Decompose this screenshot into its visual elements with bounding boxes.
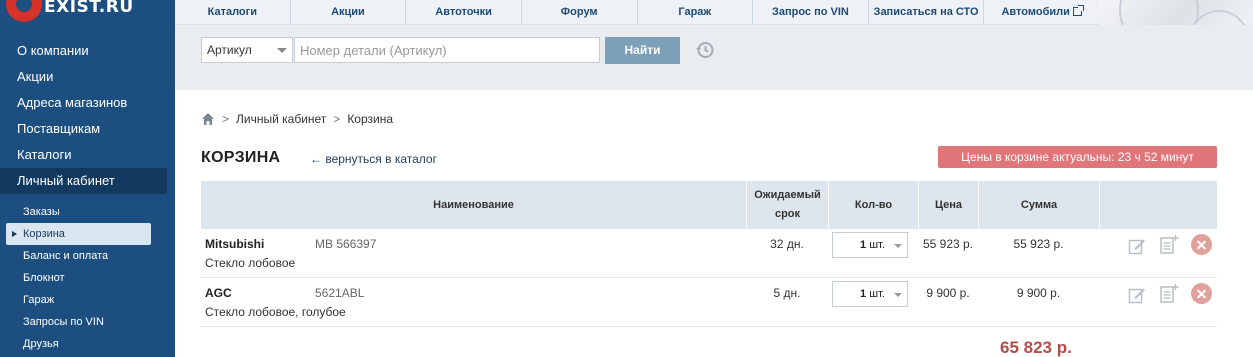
add-note-icon[interactable] bbox=[1159, 234, 1179, 254]
current-marker-icon bbox=[12, 231, 17, 237]
sidebar-subitem-vin-requests[interactable]: Запросы по VIN bbox=[0, 311, 175, 333]
sidebar: EXIST.RU О компании Акции Адреса магазин… bbox=[0, 0, 175, 357]
item-article[interactable]: 5621ABL bbox=[315, 286, 364, 300]
sidebar-main-menu: О компании Акции Адреса магазинов Постав… bbox=[0, 38, 175, 194]
quantity-select[interactable]: 1 шт. bbox=[832, 281, 908, 307]
search-type-select[interactable]: Артикул bbox=[201, 37, 293, 63]
header-qty: Кол-во bbox=[828, 181, 918, 229]
table-row: Mitsubishi MB 566397 Стекло лобовое 32 д… bbox=[201, 229, 1217, 278]
sidebar-subitem-cart-label: Корзина bbox=[23, 228, 65, 240]
external-link-icon bbox=[1072, 5, 1084, 16]
search-button[interactable]: Найти bbox=[605, 37, 680, 64]
nav-cars[interactable]: Автомобили bbox=[983, 0, 1099, 24]
delete-icon[interactable] bbox=[1191, 234, 1212, 255]
sidebar-item-about[interactable]: О компании bbox=[0, 38, 175, 64]
logo-gear-icon bbox=[6, 0, 42, 22]
sidebar-item-suppliers[interactable]: Поставщикам bbox=[0, 116, 175, 142]
header-price: Цена bbox=[918, 181, 978, 229]
quantity-select[interactable]: 1 шт. bbox=[832, 232, 908, 258]
breadcrumb-separator: > bbox=[222, 112, 230, 126]
home-icon[interactable] bbox=[201, 112, 215, 126]
nav-forum[interactable]: Форум bbox=[520, 0, 637, 24]
breadcrumb: > Личный кабинет > Корзина bbox=[201, 110, 393, 128]
add-note-icon[interactable] bbox=[1159, 283, 1179, 303]
header-name: Наименование bbox=[433, 198, 514, 211]
sidebar-subitem-cart[interactable]: Корзина bbox=[6, 223, 151, 245]
sidebar-item-catalogs[interactable]: Каталоги bbox=[0, 142, 175, 168]
chevron-down-icon bbox=[277, 48, 287, 53]
breadcrumb-cart: Корзина bbox=[347, 112, 394, 126]
nav-cars-label: Автомобили bbox=[1001, 6, 1070, 18]
header-term-line2: срок bbox=[774, 208, 801, 220]
logo[interactable]: EXIST.RU bbox=[0, 0, 175, 24]
edit-icon[interactable] bbox=[1128, 286, 1146, 304]
item-sum: 55 923 р. bbox=[1013, 237, 1064, 251]
item-article[interactable]: MB 566397 bbox=[315, 237, 376, 251]
page-root: EXIST.RU О компании Акции Адреса магазин… bbox=[0, 0, 1253, 357]
price-validity-notice: Цены в корзине актуальны: 23 ч 52 минут bbox=[938, 146, 1217, 168]
quantity-value: 1 bbox=[860, 288, 867, 300]
sidebar-subitem-garage[interactable]: Гараж bbox=[0, 289, 175, 311]
table-row: AGC 5621ABL Стекло лобовое, голубое 5 дн… bbox=[201, 278, 1217, 327]
chevron-down-icon bbox=[894, 293, 902, 297]
sidebar-subitem-friends[interactable]: Друзья bbox=[0, 333, 175, 355]
item-price: 55 923 р. bbox=[922, 237, 974, 251]
page-title: КОРЗИНА bbox=[201, 149, 281, 166]
item-term: 32 дн. bbox=[770, 237, 804, 251]
header-sum: Сумма bbox=[978, 181, 1099, 229]
header-term: Ожидаемый срок bbox=[746, 181, 828, 229]
sidebar-item-store-addresses[interactable]: Адреса магазинов bbox=[0, 90, 175, 116]
nav-autopoints[interactable]: Автоточки bbox=[405, 0, 521, 24]
sidebar-sub-menu: Заказы Корзина Баланс и оплата Блокнот Г… bbox=[0, 201, 175, 355]
header-term-line1: Ожидаемый bbox=[754, 189, 821, 201]
top-nav: Каталоги Акции Автоточки Форум Гараж Зап… bbox=[175, 0, 1099, 25]
chevron-down-icon bbox=[894, 244, 902, 248]
sidebar-item-account[interactable]: Личный кабинет bbox=[0, 168, 167, 194]
cart-table: Наименование Ожидаемый срок Кол-во Цена … bbox=[201, 181, 1217, 327]
back-to-catalog-link[interactable]: ← вернуться в каталог bbox=[310, 152, 437, 166]
edit-icon[interactable] bbox=[1128, 237, 1146, 255]
quantity-unit: шт. bbox=[869, 239, 885, 251]
nav-catalogs[interactable]: Каталоги bbox=[175, 0, 290, 24]
item-description: Стекло лобовое, голубое bbox=[205, 305, 346, 319]
sidebar-subitem-balance[interactable]: Баланс и оплата bbox=[0, 245, 175, 267]
nav-promotions[interactable]: Акции bbox=[289, 0, 406, 24]
breadcrumb-account[interactable]: Личный кабинет bbox=[236, 112, 326, 126]
quantity-value: 1 bbox=[860, 239, 867, 251]
logo-text: EXIST.RU bbox=[44, 0, 134, 17]
sidebar-item-promotions[interactable]: Акции bbox=[0, 64, 175, 90]
item-description: Стекло лобовое bbox=[205, 256, 296, 270]
item-brand: AGC bbox=[205, 286, 232, 300]
table-header: Наименование Ожидаемый срок Кол-во Цена … bbox=[201, 181, 1217, 229]
breadcrumb-separator: > bbox=[333, 112, 341, 126]
nav-service-booking[interactable]: Записаться на СТО bbox=[867, 0, 984, 24]
history-icon[interactable] bbox=[695, 40, 715, 60]
quantity-unit: шт. bbox=[869, 288, 885, 300]
item-term: 5 дн. bbox=[773, 286, 801, 300]
item-sum: 9 900 р. bbox=[1016, 286, 1061, 300]
nav-garage[interactable]: Гараж bbox=[636, 0, 753, 24]
sidebar-subitem-orders[interactable]: Заказы bbox=[0, 201, 175, 223]
header-term-text: Ожидаемый срок bbox=[754, 186, 820, 224]
item-price: 9 900 р. bbox=[926, 286, 970, 300]
search-type-value: Артикул bbox=[207, 43, 252, 57]
search-bar: Артикул Найти bbox=[175, 25, 1253, 90]
header-actions bbox=[1099, 181, 1217, 229]
item-brand: Mitsubishi bbox=[205, 237, 265, 251]
delete-icon[interactable] bbox=[1191, 283, 1212, 304]
cart-total: 65 823 р. bbox=[1000, 338, 1072, 357]
search-input[interactable] bbox=[294, 37, 600, 63]
nav-vin-request[interactable]: Запрос по VIN bbox=[752, 0, 868, 24]
sidebar-subitem-notebook[interactable]: Блокнот bbox=[0, 267, 175, 289]
